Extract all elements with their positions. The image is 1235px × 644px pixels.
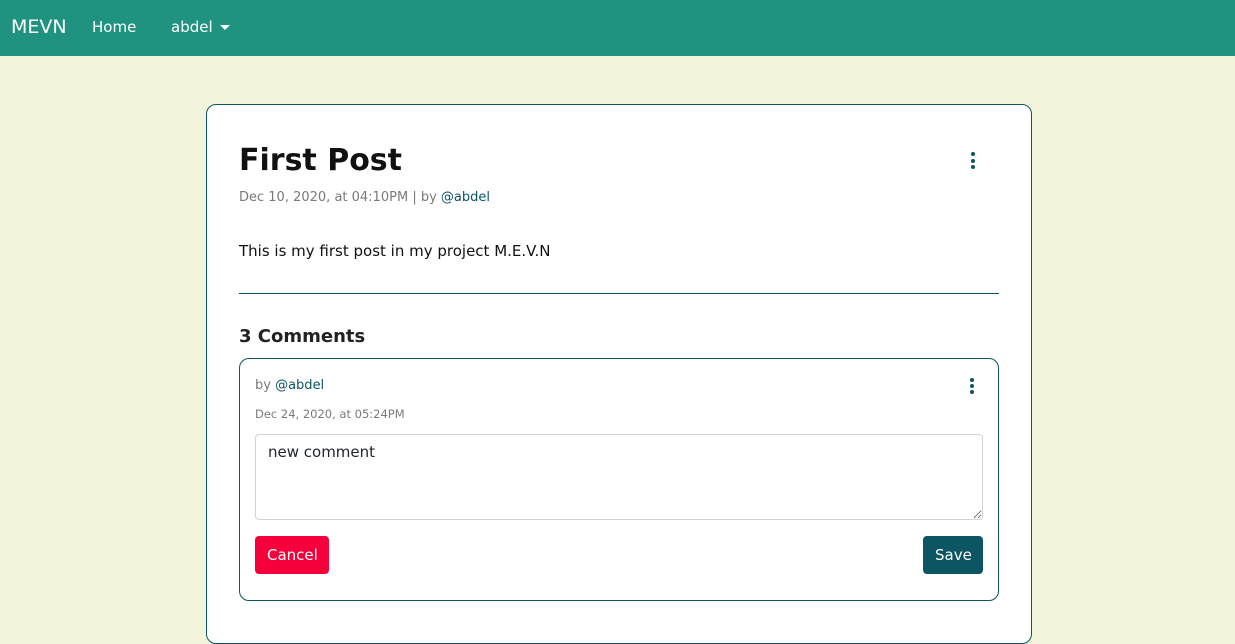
post-divider — [239, 293, 999, 294]
nav-home-link[interactable]: Home — [92, 17, 136, 37]
comment-edit-textarea[interactable] — [255, 434, 983, 520]
save-button[interactable]: Save — [923, 536, 983, 574]
caret-down-icon — [219, 25, 230, 30]
comment-author-link[interactable]: @abdel — [275, 378, 324, 393]
top-navbar: MEVN Home abdel — [0, 0, 1235, 56]
post-date: Dec 10, 2020, at 04:10PM — [239, 190, 409, 205]
post-options-kebab-icon[interactable] — [968, 152, 978, 169]
post-card: First Post Dec 10, 2020, at 04:10PM | by… — [206, 104, 1032, 644]
comments-heading: 3 Comments — [239, 326, 366, 347]
post-author-link[interactable]: @abdel — [441, 190, 490, 205]
comment-options-kebab-icon[interactable] — [967, 378, 977, 394]
user-menu-toggle[interactable]: abdel — [171, 17, 230, 37]
comment-author-line: by @abdel — [255, 377, 324, 395]
comment-by-prefix: by — [255, 378, 271, 393]
post-meta: Dec 10, 2020, at 04:10PM | by @abdel — [239, 189, 490, 207]
cancel-button[interactable]: Cancel — [255, 536, 329, 574]
post-by-prefix: | by — [412, 190, 437, 205]
navbar-brand[interactable]: MEVN — [11, 15, 67, 39]
comment-item: by @abdel Dec 24, 2020, at 05:24PM Cance… — [239, 358, 999, 601]
comment-date: Dec 24, 2020, at 05:24PM — [255, 407, 405, 421]
user-menu-label: abdel — [171, 18, 213, 36]
post-body: This is my first post in my project M.E.… — [239, 242, 551, 260]
post-title: First Post — [239, 143, 403, 178]
